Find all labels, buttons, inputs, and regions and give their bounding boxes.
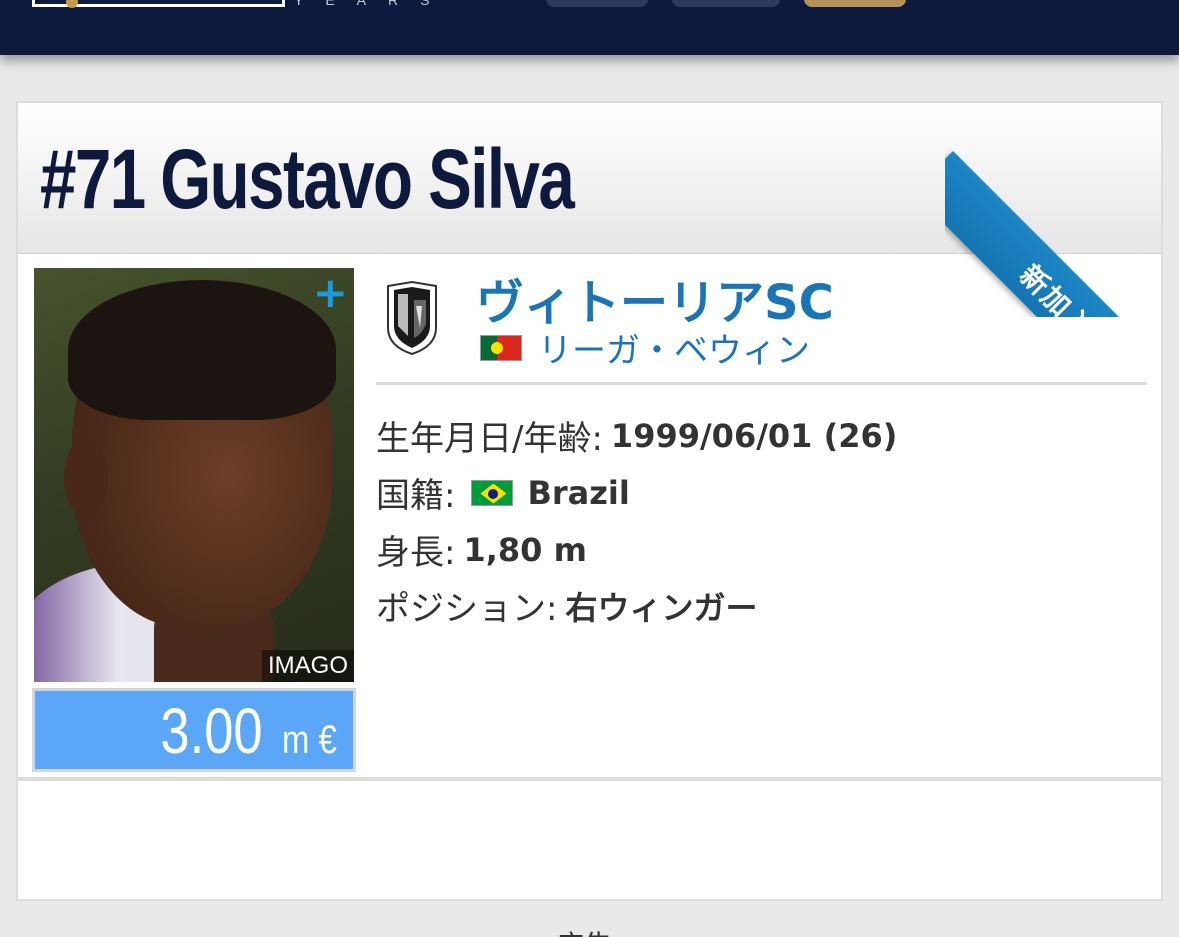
- birth-label: 生年月日/年齢:: [376, 419, 603, 459]
- market-value-box[interactable]: 3.00 m €: [32, 688, 356, 772]
- empty-content-card: [16, 779, 1163, 901]
- player-photo[interactable]: + IMAGO: [34, 268, 354, 682]
- logo-years-text: YEARS: [294, 0, 452, 8]
- height-label: 身長:: [376, 533, 456, 573]
- nav-button-2[interactable]: [672, 0, 780, 7]
- nationality-value[interactable]: Brazil: [527, 474, 629, 512]
- height-row: 身長: 1,80 m: [376, 525, 587, 574]
- height-value: 1,80 m: [463, 530, 587, 569]
- brazil-flag-icon: [471, 479, 514, 506]
- league-row: リーガ・ベウィン: [480, 323, 810, 372]
- player-title: #71 Gustavo Silva: [40, 131, 575, 228]
- nationality-label: 国籍:: [376, 476, 456, 516]
- player-profile-card: #71 Gustavo Silva 新加入 + IMAGO 3.00 m € ヴィト…: [16, 101, 1163, 779]
- market-value-amount: 3.00: [160, 695, 263, 767]
- birth-row: 生年月日/年齢: 1999/06/01 (26): [376, 411, 897, 460]
- position-label: ポジション:: [376, 589, 558, 629]
- top-nav-bar: YEARS: [0, 0, 1179, 55]
- player-name: Gustavo Silva: [160, 132, 575, 226]
- ad-label: 広告: [556, 924, 612, 937]
- new-signing-label: 新加入: [1013, 258, 1101, 317]
- position-row: ポジション: 右ウィンガー: [376, 581, 757, 630]
- nav-button-gold[interactable]: [804, 0, 906, 7]
- divider: [376, 382, 1147, 385]
- nav-button-1[interactable]: [546, 0, 648, 7]
- nationality-row: 国籍: Brazil: [376, 468, 630, 517]
- market-value-unit: m €: [282, 718, 337, 762]
- club-crest-icon[interactable]: [386, 280, 438, 356]
- position-value: 右ウィンガー: [565, 588, 758, 627]
- plus-icon[interactable]: +: [313, 272, 348, 314]
- birth-value: 1999/06/01 (26): [610, 416, 898, 455]
- new-signing-ribbon: 新加入: [945, 103, 1161, 317]
- photo-credit: IMAGO: [261, 650, 354, 682]
- league-name-link[interactable]: リーガ・ベウィン: [538, 323, 810, 372]
- player-number: #71: [40, 132, 146, 226]
- portugal-flag-icon: [480, 334, 522, 361]
